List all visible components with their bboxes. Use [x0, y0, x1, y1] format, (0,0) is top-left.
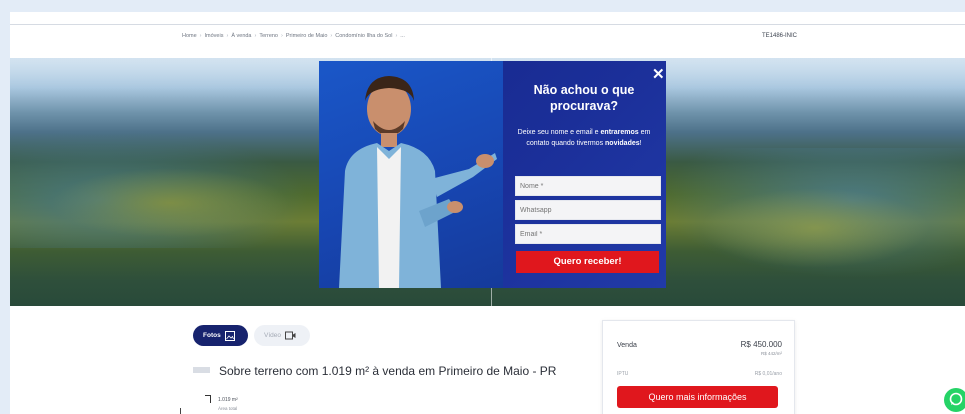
price-card: Venda R$ 450.000 R$ 442/m² IPTU R$ 0,01/… — [602, 320, 795, 414]
tab-photos[interactable]: Fotos — [193, 325, 248, 346]
image-icon — [224, 330, 235, 341]
breadcrumb-ellipsis: ... — [400, 33, 405, 39]
breadcrumb-separator: › — [330, 33, 333, 39]
whatsapp-button[interactable] — [944, 388, 965, 412]
breadcrumb-condominium[interactable]: Condomínio Ilha do Sol — [335, 33, 392, 39]
video-camera-icon — [285, 331, 296, 340]
submit-button[interactable]: Quero receber! — [516, 251, 659, 273]
reference-code: TE1486-INIC — [762, 33, 798, 39]
breadcrumb-city[interactable]: Primeiro de Maio — [286, 33, 328, 39]
tab-video[interactable]: Vídeo — [254, 325, 310, 346]
whatsapp-field[interactable] — [515, 200, 661, 220]
title-accent-bar — [193, 367, 210, 373]
email-field[interactable] — [515, 224, 661, 244]
hero-land-left — [50, 168, 290, 238]
name-field[interactable] — [515, 176, 661, 196]
breadcrumb-imoveis[interactable]: Imóveis — [205, 33, 224, 39]
breadcrumb-separator: › — [281, 33, 283, 39]
lead-capture-popup: ✕ Não achou o que procurava? Deixe seu n… — [319, 61, 666, 288]
tab-photos-label: Fotos — [203, 332, 221, 339]
more-info-button[interactable]: Quero mais informações — [617, 386, 778, 408]
area-label: Área total — [218, 406, 238, 411]
property-title: Sobre terreno com 1.019 m² à venda em Pr… — [219, 364, 557, 378]
breadcrumb: Home › Imóveis › À venda › Terreno › Primeir… — [182, 33, 405, 39]
breadcrumb-separator: › — [226, 33, 229, 39]
sale-price: R$ 450.000 — [740, 340, 782, 349]
breadcrumb-separator: › — [199, 33, 202, 39]
whatsapp-icon — [949, 392, 963, 406]
breadcrumb-terreno[interactable]: Terreno — [259, 33, 278, 39]
side-marker-icon — [180, 408, 184, 414]
breadcrumb-a-venda[interactable]: À venda — [231, 33, 251, 39]
close-popup-button[interactable]: ✕ — [652, 67, 665, 82]
smiling-man-photo — [339, 76, 497, 288]
popup-description: Deixe seu nome e email e entraremos em c… — [517, 129, 651, 147]
tab-video-label: Vídeo — [264, 332, 281, 339]
area-value: 1.019 m² — [218, 397, 238, 403]
breadcrumb-home[interactable]: Home — [182, 33, 197, 39]
popup-title: Não achou o que procurava? — [533, 83, 635, 113]
breadcrumb-separator: › — [395, 33, 398, 39]
hero-land-right — [700, 188, 930, 268]
media-tabs: Fotos Vídeo — [193, 325, 310, 346]
header-divider — [10, 24, 965, 25]
breadcrumb-separator: › — [254, 33, 257, 39]
iptu-label: IPTU — [617, 371, 629, 377]
page: Home › Imóveis › À venda › Terreno › Primeir… — [10, 12, 965, 414]
area-icon — [205, 395, 211, 403]
price-per-m2: R$ 442/m² — [760, 351, 782, 356]
iptu-value: R$ 0,01/ano — [754, 371, 782, 377]
sale-label: Venda — [617, 342, 637, 349]
